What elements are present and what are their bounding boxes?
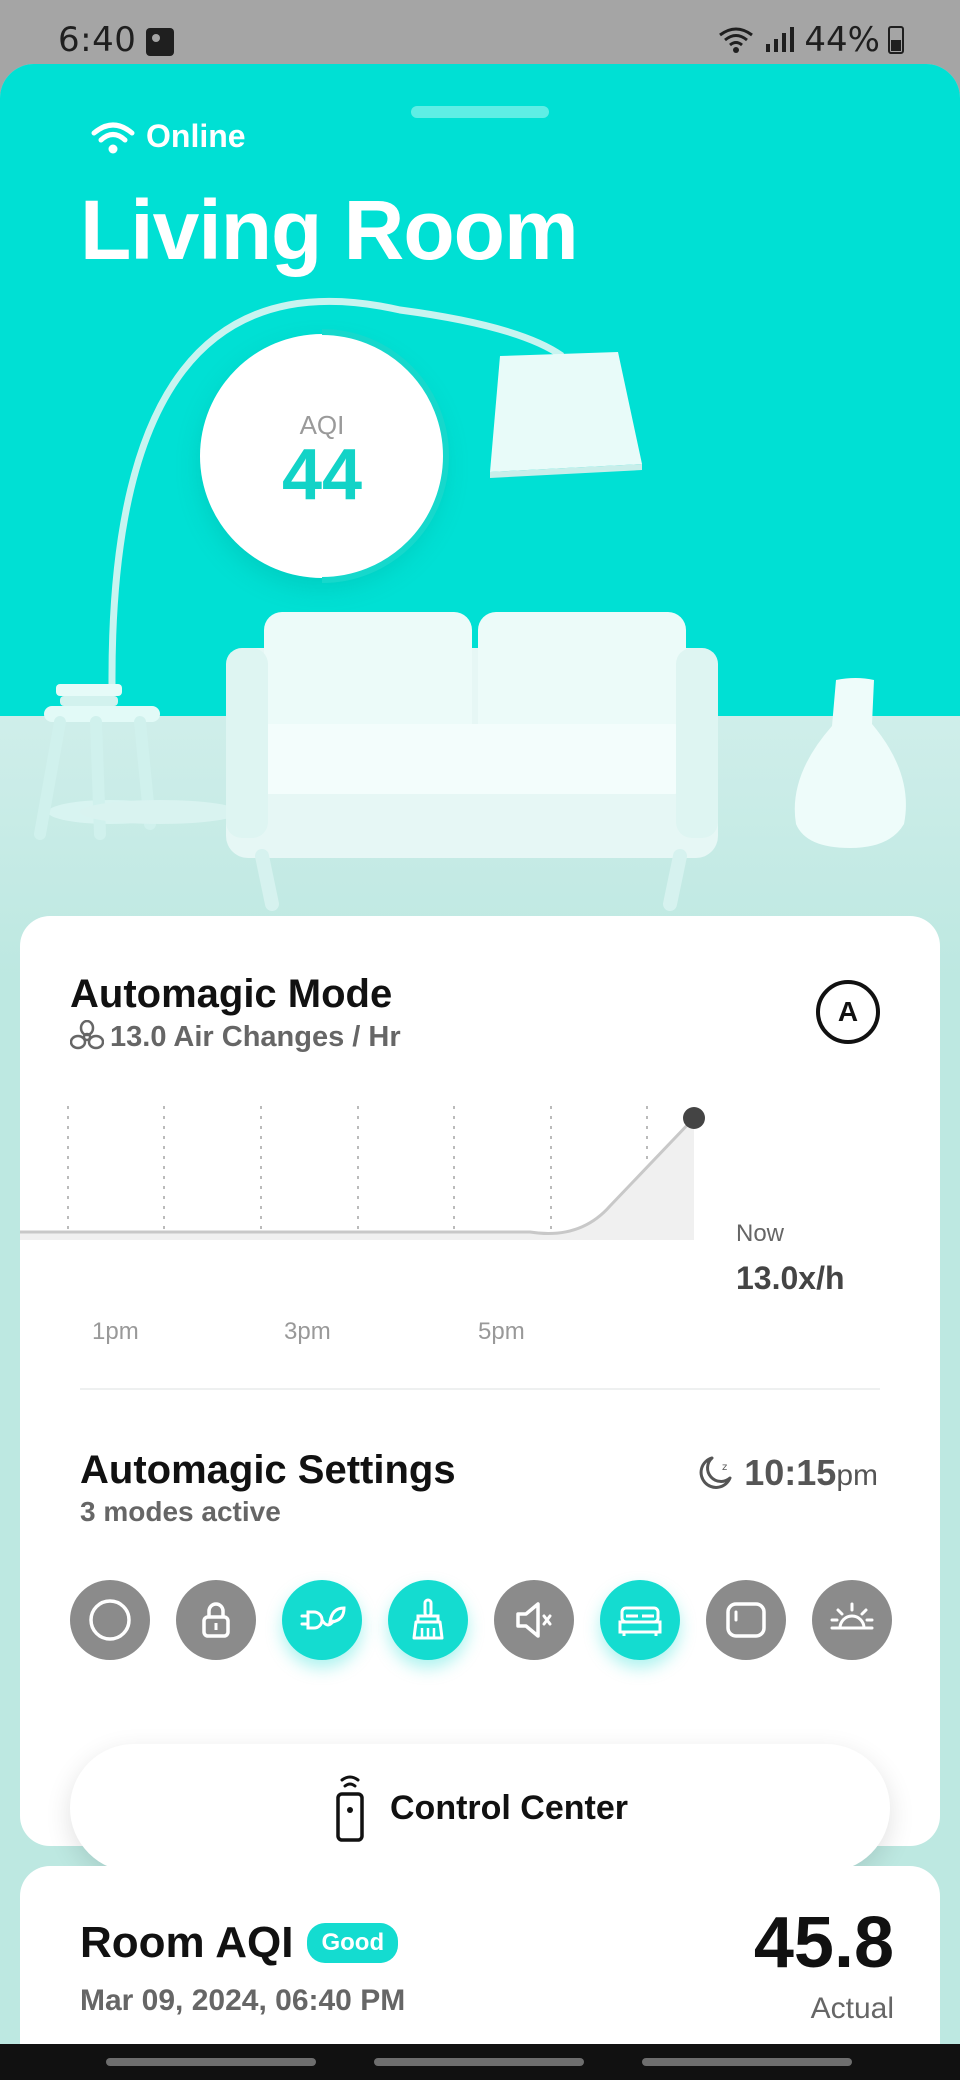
auto-mode-badge[interactable]: A xyxy=(816,980,880,1044)
now-value: 13.0x/h xyxy=(736,1260,845,1296)
device-sheet: Online Living Room AQI 44 Automagic Mode… xyxy=(0,64,960,2080)
air-changes-chart xyxy=(20,1106,705,1240)
mode-button-eco[interactable] xyxy=(282,1580,362,1660)
moon-icon: z xyxy=(699,1456,732,1489)
mode-button-clean[interactable] xyxy=(388,1580,468,1660)
status-icons: 44% xyxy=(716,20,904,60)
mode-button-standby[interactable] xyxy=(70,1580,150,1660)
lock-icon xyxy=(202,1602,230,1638)
display-icon xyxy=(726,1602,766,1638)
wifi-status-icon xyxy=(719,27,754,53)
settings-subtitle: 3 modes active xyxy=(80,1496,281,1527)
gallery-notification-icon xyxy=(146,28,174,56)
chart-current-point xyxy=(683,1107,705,1129)
mode-button-sleep[interactable] xyxy=(600,1580,680,1660)
sleep-time: 10:15 xyxy=(744,1452,837,1493)
automagic-card: Automagic Mode 13.0 Air Changes / Hr A N… xyxy=(20,916,940,1872)
circle-icon xyxy=(89,1599,131,1641)
sleep-schedule[interactable]: z 10:15pm xyxy=(696,1452,878,1494)
living-room-illustration xyxy=(34,298,906,911)
bed-icon xyxy=(618,1606,662,1636)
battery-icon xyxy=(888,26,904,54)
sleep-time-suffix: pm xyxy=(836,1459,878,1492)
mode-title: Automagic Mode xyxy=(70,972,393,1016)
status-bar: 6:40 44% xyxy=(0,0,960,70)
nav-home[interactable] xyxy=(374,2058,584,2066)
nav-back[interactable] xyxy=(642,2058,852,2066)
control-center-label: Control Center xyxy=(390,1788,628,1827)
now-label: Now xyxy=(736,1220,785,1247)
room-aqi-value-label: Actual xyxy=(810,1992,894,2025)
speaker-icon xyxy=(516,1602,552,1638)
mode-button-lock[interactable] xyxy=(176,1580,256,1660)
section-divider xyxy=(80,1388,880,1390)
room-aqi-value: 45.8 xyxy=(753,1903,894,1983)
control-center-button[interactable]: Control Center xyxy=(70,1744,890,1872)
battery-percent: 44% xyxy=(804,20,880,60)
mode-button-quiet[interactable] xyxy=(494,1580,574,1660)
mode-button-sunrise[interactable] xyxy=(812,1580,892,1660)
chart-tick-label: 5pm xyxy=(478,1318,525,1345)
nav-recents[interactable] xyxy=(106,2058,316,2066)
plug-leaf-icon xyxy=(300,1606,346,1630)
aqi-gauge[interactable]: AQI 44 xyxy=(200,329,449,583)
air-changes-text: 13.0 Air Changes / Hr xyxy=(110,1020,401,1053)
system-nav-bar xyxy=(0,2044,960,2080)
room-aqi-heading: Room AQI Good xyxy=(80,1918,399,1968)
remote-icon xyxy=(336,1775,364,1842)
chart-tick-label: 1pm xyxy=(92,1318,139,1345)
aqi-value: 44 xyxy=(281,435,363,515)
room-aqi-title: Room AQI xyxy=(80,1918,294,1967)
fan-icon xyxy=(70,1020,104,1050)
settings-title: Automagic Settings xyxy=(80,1448,456,1492)
chart-tick-label: 3pm xyxy=(284,1318,331,1345)
status-time: 6:40 xyxy=(58,20,137,60)
aqi-status-badge: Good xyxy=(307,1923,399,1963)
mode-button-display[interactable] xyxy=(706,1580,786,1660)
mode-subtitle: 13.0 Air Changes / Hr xyxy=(70,1020,401,1054)
broom-icon xyxy=(412,1598,444,1640)
signal-icon xyxy=(766,27,795,52)
room-aqi-date: Mar 09, 2024, 06:40 PM xyxy=(80,1984,406,2017)
sunrise-icon xyxy=(830,1602,874,1630)
svg-text:z: z xyxy=(722,1462,727,1473)
mode-buttons xyxy=(70,1580,892,1660)
